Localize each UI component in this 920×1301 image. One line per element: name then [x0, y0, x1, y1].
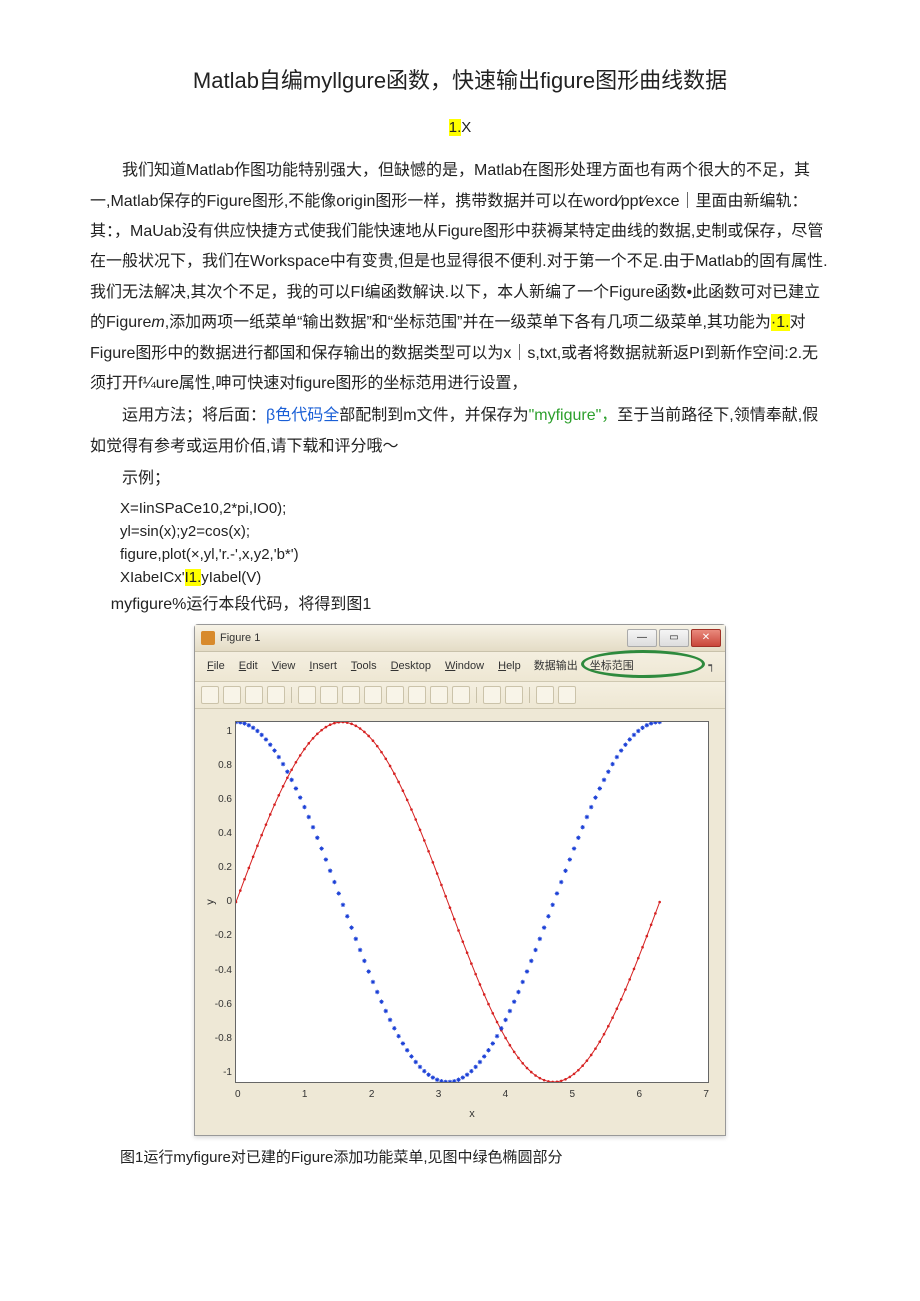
code-line: X=IinSPaCe10,2*pi,IO0);	[120, 497, 830, 520]
open-icon[interactable]	[223, 686, 241, 704]
save-icon[interactable]	[245, 686, 263, 704]
new-icon[interactable]	[201, 686, 219, 704]
grid-icon[interactable]	[558, 686, 576, 704]
datacursor-icon[interactable]	[408, 686, 426, 704]
brush-icon[interactable]	[430, 686, 448, 704]
menu-data-export[interactable]: 数据输出	[529, 655, 583, 678]
subheading-num: 1.	[449, 119, 462, 136]
menu-window[interactable]: Window	[439, 655, 490, 678]
maximize-button[interactable]: ▭	[659, 629, 689, 647]
print-icon[interactable]	[267, 686, 285, 704]
run-line: myfigure%运行本段代码，将得到图1	[111, 590, 830, 620]
app-icon	[201, 631, 215, 645]
chart-svg	[236, 722, 708, 1082]
paragraph-1: 我们知道Matlab作图功能特别强大，但缺憾的是，Matlab在图形处理方面也有…	[90, 156, 830, 399]
code-line: figure,plot(×,yl,'r.-',x,y2,'b*')	[120, 543, 830, 566]
code-line: yl=sin(x);y2=cos(x);	[120, 520, 830, 543]
link-icon[interactable]	[452, 686, 470, 704]
window-title: Figure 1	[220, 628, 260, 649]
close-button[interactable]: ✕	[691, 629, 721, 647]
toolbar	[195, 682, 725, 709]
y-ticks: 1 0.8 0.6 0.4 0.2 0 -0.2 -0.4 -0.6 -0.8 …	[212, 722, 232, 1082]
axes: y 1 0.8 0.6 0.4 0.2 0 -0.2 -0.4 -0.6 -0.…	[235, 721, 709, 1083]
colorbar-icon[interactable]	[483, 686, 501, 704]
x-ticks: 0 1 2 3 4 5 6 7	[235, 1085, 709, 1104]
window-titlebar: Figure 1 — ▭ ✕	[195, 625, 725, 652]
menu-bar: File Edit View Insert Tools Desktop Wind…	[195, 652, 725, 682]
matlab-figure-window: Figure 1 — ▭ ✕ File Edit View Insert Too…	[194, 624, 726, 1136]
code-block: X=IinSPaCe10,2*pi,IO0); yl=sin(x);y2=cos…	[120, 497, 830, 590]
pan-icon[interactable]	[364, 686, 382, 704]
figure-caption: 图1运行myfigure对已建的Figure添加功能菜单,见图中绿色椭圆部分	[120, 1144, 830, 1173]
minimize-button[interactable]: —	[627, 629, 657, 647]
menu-overflow-icon[interactable]: ┑	[704, 656, 719, 677]
legend-icon[interactable]	[505, 686, 523, 704]
menu-help[interactable]: Help	[492, 655, 527, 678]
menu-edit[interactable]: Edit	[233, 655, 264, 678]
menu-axis-range[interactable]: 坐标范围	[585, 655, 639, 678]
pointer-icon[interactable]	[298, 686, 316, 704]
zoom-out-icon[interactable]	[342, 686, 360, 704]
paragraph-2: 运用方法；将后面：β色代码全部配制到m文件，并保存为"myfigure"，至于当…	[90, 401, 830, 462]
rotate-icon[interactable]	[386, 686, 404, 704]
subheading-x: X	[461, 119, 471, 136]
page-title: Matlab自编myllgure函数，快速输出figure图形曲线数据	[90, 60, 830, 102]
layout-icon[interactable]	[536, 686, 554, 704]
subheading: 1.X	[90, 114, 830, 143]
plot-area: y 1 0.8 0.6 0.4 0.2 0 -0.2 -0.4 -0.6 -0.…	[195, 709, 725, 1135]
code-line: XIabeICx'I1.yIabel(V)	[120, 566, 830, 589]
menu-insert[interactable]: Insert	[303, 655, 343, 678]
zoom-in-icon[interactable]	[320, 686, 338, 704]
menu-view[interactable]: View	[266, 655, 302, 678]
menu-desktop[interactable]: Desktop	[385, 655, 437, 678]
x-axis-label: x	[235, 1104, 709, 1125]
figure-1: Figure 1 — ▭ ✕ File Edit View Insert Too…	[90, 624, 830, 1136]
menu-file[interactable]: File	[201, 655, 231, 678]
menu-tools[interactable]: Tools	[345, 655, 383, 678]
example-label: 示例；	[90, 464, 830, 494]
